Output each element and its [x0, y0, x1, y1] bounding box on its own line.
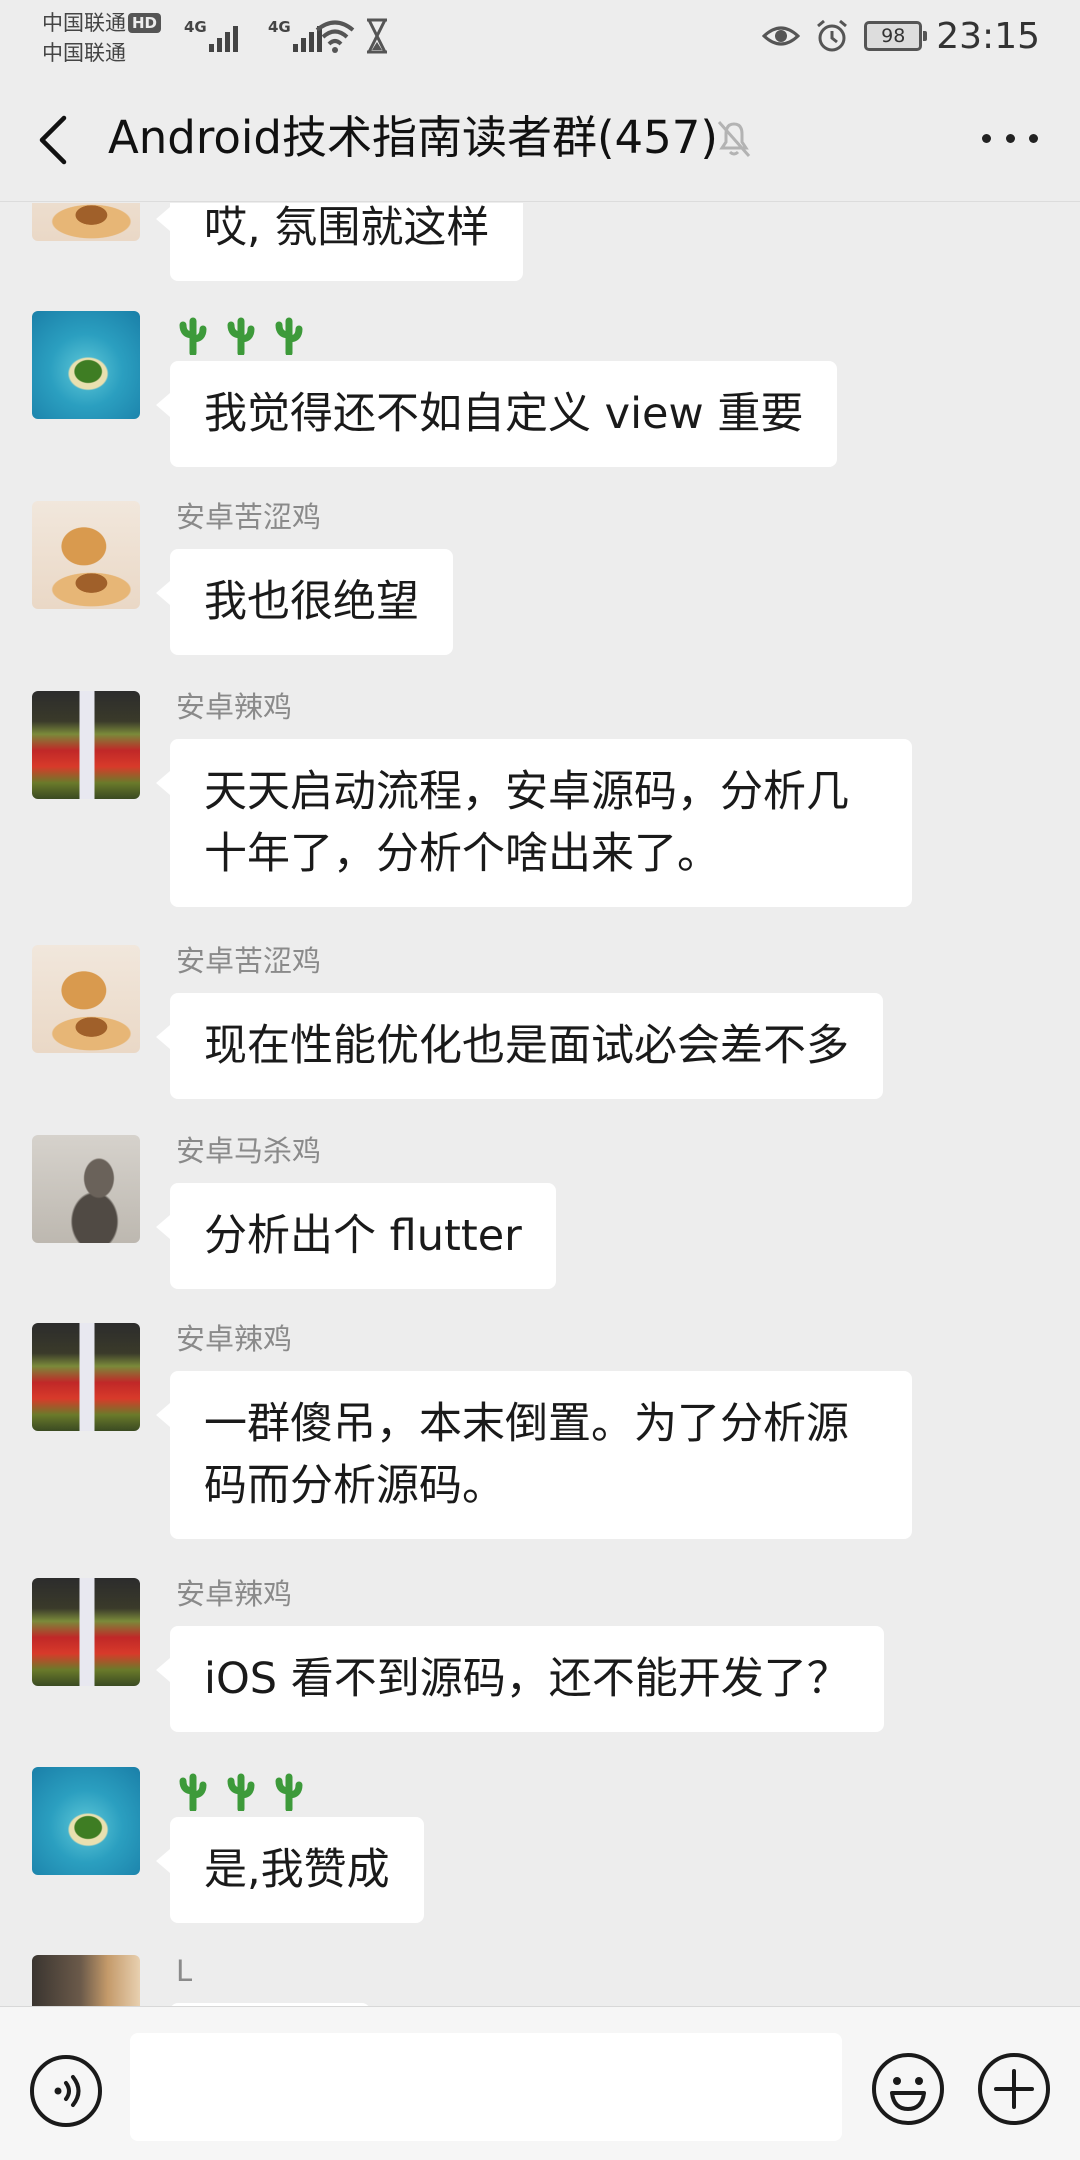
- battery-icon: 98: [864, 21, 928, 51]
- message-bubble[interactable]: iOS 看不到源码，还不能开发了？: [156, 1626, 884, 1732]
- avatar[interactable]: [32, 1767, 140, 1875]
- back-arrow-icon[interactable]: [30, 112, 80, 168]
- cactus-icon: [179, 1773, 207, 1811]
- message-input[interactable]: [130, 2033, 842, 2141]
- status-right: 98 23:15: [762, 12, 1040, 60]
- sender-name-cactus: [176, 1771, 306, 1811]
- status-bar: 中国联通 HD 中国联通 4G 4G 98 23:15: [0, 0, 1080, 72]
- alarm-icon: [817, 19, 848, 52]
- emoji-button[interactable]: [870, 2051, 946, 2127]
- eye-icon: [762, 26, 801, 46]
- cactus-icon: [275, 317, 303, 355]
- sender-name: 安卓辣鸡: [176, 1577, 293, 1611]
- avatar[interactable]: [32, 1323, 140, 1431]
- clock: 23:15: [936, 15, 1040, 57]
- message-bubble[interactable]: 我也很绝望: [156, 549, 453, 655]
- sender-name: L: [176, 1954, 193, 1988]
- hd-badge: HD: [128, 13, 162, 33]
- sender-name: 安卓苦涩鸡: [176, 500, 322, 534]
- cactus-icon: [179, 317, 207, 355]
- avatar[interactable]: [32, 311, 140, 419]
- cactus-icon: [227, 317, 255, 355]
- input-bar: [0, 2006, 1080, 2160]
- message-bubble[interactable]: 现在性能优化也是面试必会差不多: [156, 993, 883, 1099]
- sender-name: 安卓苦涩鸡: [176, 944, 322, 978]
- dot-icon: [1029, 133, 1038, 143]
- more-options-button[interactable]: [982, 128, 1038, 148]
- sender-name: 安卓辣鸡: [176, 1322, 293, 1356]
- sender-name: 安卓马杀鸡: [176, 1134, 322, 1168]
- message-bubble[interactable]: 分析出个 flutter: [156, 1183, 556, 1289]
- avatar[interactable]: [32, 1578, 140, 1686]
- avatar[interactable]: [32, 1955, 140, 2006]
- message-bubble[interactable]: 天天启动流程，安卓源码，分析几十年了，分析个啥出来了。: [156, 739, 912, 907]
- cactus-icon: [227, 1773, 255, 1811]
- avatar[interactable]: [32, 1135, 140, 1243]
- message-bubble[interactable]: 我觉得还不如自定义 view 重要: [155, 361, 838, 467]
- avatar[interactable]: [32, 203, 140, 241]
- dot-icon: [982, 133, 991, 143]
- signal-1-icon: 4G: [184, 18, 238, 52]
- avatar[interactable]: [32, 501, 140, 609]
- title-bar: Android技术指南读者群(457): [0, 72, 1080, 202]
- carrier-info: 中国联通 HD 中国联通: [42, 8, 162, 68]
- carrier-2: 中国联通: [42, 41, 126, 65]
- avatar[interactable]: [32, 691, 140, 799]
- sender-name: 安卓辣鸡: [176, 690, 293, 724]
- chat-message-list[interactable]: 哎, 氛围就这样 我觉得还不如自定义 view 重要 安卓苦涩鸡 我也很绝望 安…: [0, 203, 1080, 2006]
- wifi-icon: [315, 20, 355, 53]
- hourglass-icon: [367, 18, 387, 54]
- sender-name-cactus: [176, 315, 306, 355]
- cactus-icon: [275, 1773, 303, 1811]
- dot-icon: [1005, 133, 1015, 143]
- message-bubble[interactable]: 哎, 氛围就这样: [155, 203, 524, 281]
- avatar[interactable]: [32, 945, 140, 1053]
- voice-input-button[interactable]: [28, 2053, 104, 2129]
- page-title: Android技术指南读者群(457): [108, 111, 718, 164]
- carrier-1: 中国联通: [42, 11, 126, 35]
- message-bubble[interactable]: 是,我赞成: [156, 1817, 424, 1923]
- mute-bell-icon: [717, 121, 751, 157]
- more-functions-button[interactable]: [976, 2051, 1052, 2127]
- message-bubble[interactable]: 一群傻吊，本末倒置。为了分析源码而分析源码。: [156, 1371, 912, 1539]
